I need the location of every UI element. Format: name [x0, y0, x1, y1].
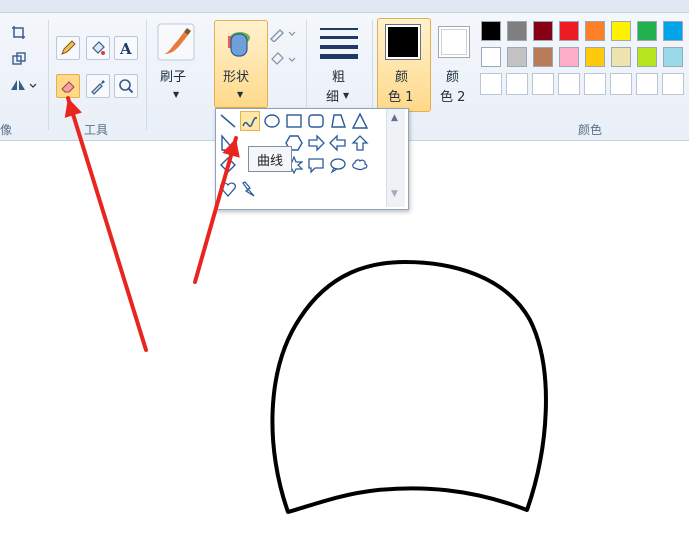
annotation-arrow-curve [193, 136, 238, 284]
drawn-curve-shape [270, 260, 548, 514]
annotation-arrow-eraser [66, 96, 148, 352]
canvas-drawing[interactable] [0, 0, 689, 556]
annotation-arrows [64, 96, 240, 352]
